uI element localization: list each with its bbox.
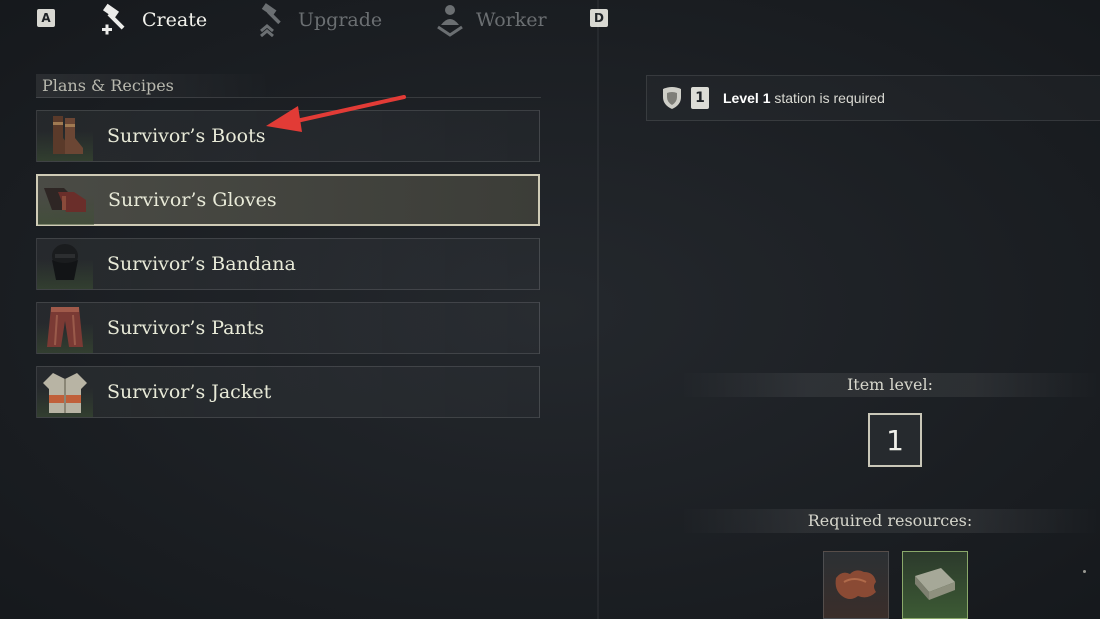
hammer-upgrade-icon (260, 3, 281, 37)
recipe-item-jacket[interactable]: Survivor’s Jacket (36, 366, 540, 418)
crafting-tab-bar: A Create Upgrade Worker D (0, 0, 620, 44)
hammer-plus-icon (102, 3, 125, 35)
tab-create-label: Create (142, 9, 208, 31)
resource-slot-cloth[interactable] (902, 551, 968, 619)
station-requirement-text: Level 1 station is required (723, 90, 885, 106)
recipe-item-bandana[interactable]: Survivor’s Bandana (36, 238, 540, 290)
decorative-speck (1083, 570, 1086, 573)
station-requirement: 1 Level 1 station is required (646, 75, 1100, 121)
recipe-name: Survivor’s Bandana (107, 253, 296, 275)
pants-icon (37, 303, 93, 353)
boots-icon (37, 111, 93, 161)
bandana-icon (37, 239, 93, 289)
recipe-item-pants[interactable]: Survivor’s Pants (36, 302, 540, 354)
tab-worker[interactable]: Worker (434, 0, 547, 40)
crafting-station-icon (663, 87, 681, 109)
panel-divider (597, 0, 599, 619)
linen-cloth-icon (915, 568, 955, 600)
required-resources-label: Required resources: (680, 509, 1100, 533)
recipe-name: Survivor’s Jacket (107, 381, 272, 403)
recipe-name: Survivor’s Boots (107, 125, 266, 147)
recipe-item-gloves[interactable]: Survivor’s Gloves (36, 174, 540, 226)
tab-worker-label: Worker (476, 9, 547, 31)
item-level-label: Item level: (680, 373, 1100, 397)
item-level-value: 1 (868, 413, 922, 467)
worker-icon (437, 5, 463, 37)
next-tab-key-hint[interactable]: D (590, 9, 608, 27)
tab-upgrade-label: Upgrade (298, 9, 383, 31)
resource-slot-hide[interactable] (823, 551, 889, 619)
station-requirement-suffix: station is required (770, 90, 885, 106)
recipe-list: Survivor’s Boots Survivor’s Gloves Survi… (36, 110, 540, 430)
recipe-name: Survivor’s Gloves (108, 189, 277, 211)
gloves-icon (38, 175, 94, 225)
station-level-badge: 1 (691, 87, 709, 109)
annotation-arrow-icon (266, 95, 406, 132)
plans-section-title: Plans & Recipes (36, 74, 272, 98)
recipe-name: Survivor’s Pants (107, 317, 265, 339)
prev-tab-key-hint[interactable]: A (37, 9, 55, 27)
tab-upgrade[interactable]: Upgrade (258, 0, 382, 40)
hide-leather-icon (835, 570, 876, 599)
jacket-icon (37, 367, 93, 417)
tab-create[interactable]: Create (100, 0, 207, 40)
station-level-label: Level 1 (723, 90, 771, 106)
